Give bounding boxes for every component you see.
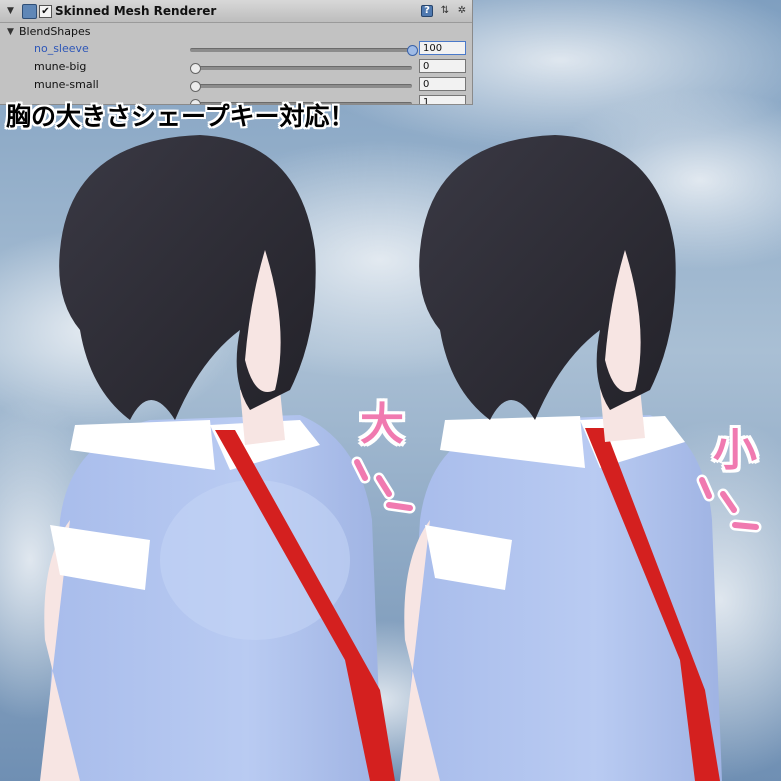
fold-arrow-icon[interactable]: ▼ xyxy=(7,6,14,16)
blendshape-row-mune-big: mune-big 0 xyxy=(0,58,472,76)
component-title: Skinned Mesh Renderer xyxy=(55,4,217,18)
blendshape-value-field[interactable]: 100 xyxy=(419,41,466,55)
caption-title: 胸の大きさシェープキー対応！ xyxy=(6,102,355,131)
small-label: 小 xyxy=(713,425,757,476)
blendshape-value-field[interactable]: 0 xyxy=(419,59,466,73)
help-icon[interactable]: ? xyxy=(421,5,433,17)
blendshape-name: no_sleeve xyxy=(34,42,89,55)
slider-thumb[interactable] xyxy=(190,63,201,74)
slider-thumb[interactable] xyxy=(190,81,201,92)
blendshape-row-no-sleeve: no_sleeve 100 xyxy=(0,40,472,58)
blendshape-slider[interactable] xyxy=(190,63,412,74)
component-header[interactable]: ▼ ✔ Skinned Mesh Renderer ? ⇅ ✲ xyxy=(0,0,472,23)
blendshape-value-field[interactable]: 1 xyxy=(419,95,466,104)
preset-icon[interactable]: ⇅ xyxy=(439,5,451,17)
skinned-mesh-icon xyxy=(22,4,37,19)
blendshape-row-mune-small: mune-small 0 xyxy=(0,76,472,94)
blendshape-slider[interactable] xyxy=(190,81,412,92)
blendshapes-fold-arrow-icon[interactable]: ▼ xyxy=(7,27,14,37)
blendshape-name: mune-big xyxy=(34,60,87,73)
blendshape-value-field[interactable]: 0 xyxy=(419,77,466,91)
big-label: 大 xyxy=(360,399,404,450)
blendshape-name: mune-small xyxy=(34,78,99,91)
blendshape-slider[interactable] xyxy=(190,45,418,56)
blendshapes-label: BlendShapes xyxy=(19,25,91,38)
component-enabled-checkbox[interactable]: ✔ xyxy=(39,5,52,18)
slider-thumb[interactable] xyxy=(407,45,418,56)
inspector-panel: ▼ ✔ Skinned Mesh Renderer ? ⇅ ✲ ▼ BlendS… xyxy=(0,0,473,105)
gear-icon[interactable]: ✲ xyxy=(456,5,468,17)
